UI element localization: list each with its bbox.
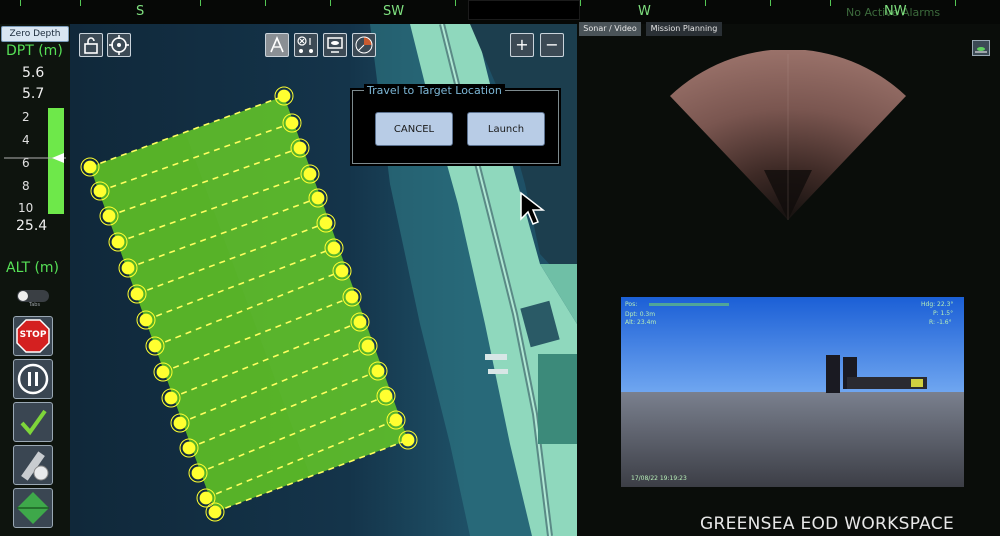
stop-label: STOP	[19, 330, 47, 340]
confirm-button[interactable]	[13, 402, 53, 442]
compass-dir-w: W	[638, 4, 651, 19]
video-timestamp: 17/08/22 19:19:23	[631, 475, 687, 482]
check-icon	[20, 409, 47, 436]
target-icon	[109, 35, 129, 55]
compass-tick	[955, 0, 956, 6]
tab-sonar-video[interactable]: Sonar / Video	[579, 22, 641, 36]
position-value-redacted	[649, 303, 729, 306]
compass-tick	[20, 0, 21, 6]
toggle-label: Tabs	[29, 302, 41, 308]
pause-button[interactable]	[13, 359, 53, 399]
compass-tick	[80, 0, 81, 6]
altitude-label: ALT (m)	[6, 260, 60, 276]
monitor-icon	[327, 37, 343, 53]
display-mode-button[interactable]	[323, 33, 347, 57]
measure-button[interactable]	[13, 445, 53, 485]
compass-tick	[830, 0, 831, 6]
cancel-button[interactable]: CANCEL	[375, 112, 453, 146]
compass-tick	[770, 0, 771, 6]
compass-tick	[330, 0, 331, 6]
mouse-cursor-icon	[520, 191, 545, 225]
stop-button[interactable]: STOP	[13, 316, 53, 356]
video-roll: R: -1.6°	[929, 319, 952, 326]
video-depth: Dpt: 0.3m	[625, 311, 656, 318]
zoom-out-button[interactable]: −	[540, 33, 564, 57]
workspace-title: GREENSEA EOD WORKSPACE	[700, 514, 955, 534]
compass-tick	[455, 0, 456, 6]
pause-icon	[17, 363, 49, 395]
lock-button[interactable]	[79, 33, 103, 57]
video-altitude: Alt: 23.4m	[625, 319, 657, 326]
navigate-mode-button[interactable]	[265, 33, 289, 57]
depth-label: DPT (m)	[6, 43, 63, 59]
panel-toggle-button[interactable]	[972, 40, 990, 56]
dialog-title: Travel to Target Location	[364, 84, 505, 97]
tabs-toggle[interactable]	[17, 290, 49, 302]
position-label: Pos:	[625, 301, 638, 308]
nav-a-icon	[270, 35, 284, 53]
depth-scale-label: 2	[22, 110, 30, 124]
compass-tick	[580, 0, 581, 6]
sonar-image	[670, 50, 906, 220]
compass-dir-s: S	[136, 4, 145, 19]
waypoint-mode-button[interactable]	[294, 33, 318, 57]
depth-marker-icon	[4, 153, 66, 163]
waypoint-mode-icon	[297, 36, 313, 53]
compass-tick	[705, 0, 706, 6]
zero-depth-button[interactable]: Zero Depth	[1, 26, 69, 42]
radar-icon	[355, 36, 373, 54]
compass-dir-nw: NW	[884, 4, 907, 19]
camera-image	[621, 297, 964, 487]
compass-dir-sw: SW	[383, 4, 405, 19]
toggle-knob	[18, 291, 28, 301]
depth-scale-label: 10	[18, 201, 34, 215]
depth-scale-label: 4	[22, 133, 30, 147]
waypoint-tool-button[interactable]	[13, 488, 53, 528]
waypoint-diamond-icon	[17, 492, 49, 524]
ruler-icon	[21, 451, 49, 481]
camera-feed: Pos: Dpt: 0.3m Alt: 23.4m Hdg: 22.3° P: …	[621, 297, 964, 487]
depth-scale-label: 8	[22, 179, 30, 193]
depth-max-value: 25.4	[16, 218, 48, 234]
tab-mission-planning[interactable]: Mission Planning	[646, 22, 722, 36]
compass-tick	[200, 0, 201, 6]
launch-button[interactable]: Launch	[467, 112, 545, 146]
unlock-icon	[84, 37, 98, 54]
video-heading: Hdg: 22.3°	[921, 301, 954, 308]
zoom-in-button[interactable]: +	[510, 33, 534, 57]
center-vehicle-button[interactable]	[107, 33, 131, 57]
video-pitch: P: 1.5°	[933, 310, 954, 317]
depth-target-value: 5.7	[22, 86, 45, 102]
collapse-icon	[975, 47, 987, 53]
depth-value: 5.6	[22, 65, 45, 81]
heading-indicator	[468, 0, 580, 20]
compass-tick	[265, 0, 266, 6]
sonar-overlay-button[interactable]	[352, 33, 376, 57]
